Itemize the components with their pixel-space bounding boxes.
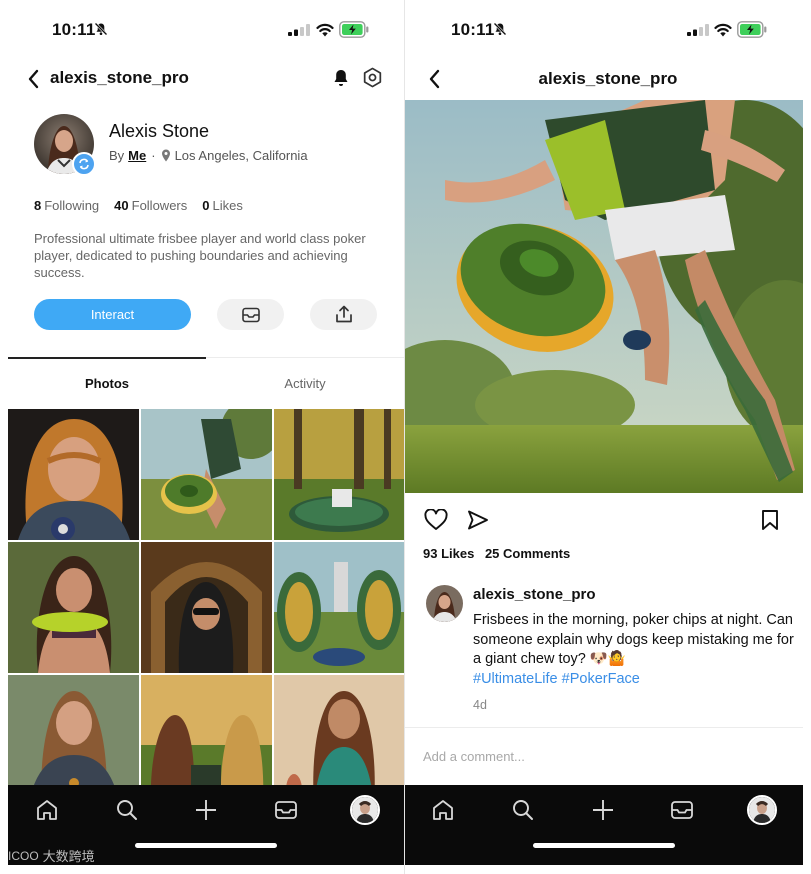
grid-photo[interactable]: [8, 409, 139, 540]
bell-icon[interactable]: [332, 68, 350, 88]
status-time: 10:11: [52, 20, 96, 39]
comments-count[interactable]: 25 Comments: [485, 546, 570, 561]
plus-icon[interactable]: [590, 797, 616, 823]
profile-meta: By Me · Los Angeles, California: [109, 148, 308, 163]
profile-name: Alexis Stone: [109, 121, 210, 141]
hashtag-links[interactable]: #UltimateLife #PokerFace: [473, 671, 640, 687]
share-button[interactable]: [310, 299, 377, 330]
watermark-mark: ICOO: [8, 848, 39, 863]
watermark-text: 大数跨境: [42, 849, 95, 864]
stat-followers[interactable]: 40 Followers: [114, 198, 187, 213]
back-arrow-icon[interactable]: [26, 68, 42, 90]
caption-text: Frisbees in the morning, poker chips at …: [473, 612, 794, 667]
by-label: By: [109, 148, 125, 163]
post-screen: 10:11 alexis_stone_pro 93 Likes 25 Comme…: [405, 0, 811, 874]
home-indicator: [135, 843, 277, 848]
home-icon[interactable]: [34, 797, 60, 823]
stat-likes[interactable]: 0 Likes: [202, 198, 243, 213]
home-icon[interactable]: [430, 797, 456, 823]
inbox-icon[interactable]: [273, 797, 299, 823]
sync-badge-icon: [72, 152, 96, 176]
bell-slash-icon: [94, 22, 108, 36]
grid-photo[interactable]: [8, 542, 139, 673]
plus-icon[interactable]: [193, 797, 219, 823]
tab-photos[interactable]: Photos: [8, 357, 206, 408]
grid-photo[interactable]: [274, 409, 404, 540]
send-icon[interactable]: [466, 509, 490, 531]
search-icon[interactable]: [114, 797, 140, 823]
grid-photo[interactable]: [274, 542, 404, 673]
by-me-link[interactable]: Me: [128, 148, 146, 163]
cellular-signal-icon: [288, 24, 310, 36]
message-button[interactable]: [217, 299, 284, 330]
watermark: ICOO 大数跨境: [8, 846, 95, 865]
profile-avatar-tab[interactable]: [747, 795, 777, 825]
status-bar: 10:11: [405, 0, 811, 58]
bookmark-icon[interactable]: [759, 509, 781, 531]
post-caption: Frisbees in the morning, poker chips at …: [473, 611, 798, 689]
wifi-icon: [316, 23, 334, 37]
post-author-avatar[interactable]: [426, 585, 463, 622]
meta-separator: ·: [151, 148, 156, 163]
post-counts: 93 Likes 25 Comments: [423, 546, 577, 561]
home-indicator: [533, 843, 675, 848]
grid-photo[interactable]: [141, 409, 272, 540]
gear-icon[interactable]: [362, 67, 383, 88]
inbox-icon: [241, 307, 260, 322]
post-author-handle[interactable]: alexis_stone_pro: [473, 586, 596, 603]
post-photo[interactable]: [405, 100, 803, 493]
profile-bio: Professional ultimate frisbee player and…: [34, 231, 366, 280]
profile-stats: 8 Following 40 Followers 0 Likes: [34, 198, 258, 213]
battery-charging-icon: [339, 21, 369, 38]
profile-avatar-tab[interactable]: [350, 795, 380, 825]
share-icon: [335, 305, 352, 323]
search-icon[interactable]: [510, 797, 536, 823]
post-timestamp: 4d: [473, 698, 487, 712]
bottom-tab-bar: [405, 785, 803, 865]
profile-screen: 10:11 alexis_stone_pro Alexis Stone By M…: [0, 0, 404, 874]
wifi-icon: [714, 23, 732, 37]
stat-following[interactable]: 8 Following: [34, 198, 99, 213]
grid-photo[interactable]: [141, 542, 272, 673]
comment-input[interactable]: [423, 745, 783, 767]
profile-header: alexis_stone_pro: [0, 62, 404, 96]
battery-charging-icon: [737, 21, 767, 38]
post-header-title: alexis_stone_pro: [538, 69, 678, 88]
comment-bar: [405, 727, 803, 783]
post-header: alexis_stone_pro: [405, 62, 811, 96]
cellular-signal-icon: [687, 24, 709, 36]
location-pin-icon: [161, 149, 170, 162]
interact-button[interactable]: Interact: [34, 299, 191, 330]
tab-activity[interactable]: Activity: [206, 358, 404, 408]
profile-handle: alexis_stone_pro: [50, 68, 189, 87]
status-time: 10:11: [451, 20, 495, 39]
profile-tabs: Photos Activity: [8, 357, 404, 407]
likes-count[interactable]: 93 Likes: [423, 546, 474, 561]
profile-location: Los Angeles, California: [174, 148, 308, 163]
inbox-icon[interactable]: [669, 797, 695, 823]
heart-icon[interactable]: [424, 509, 448, 531]
bell-slash-icon: [493, 22, 507, 36]
status-bar: 10:11: [0, 0, 404, 58]
